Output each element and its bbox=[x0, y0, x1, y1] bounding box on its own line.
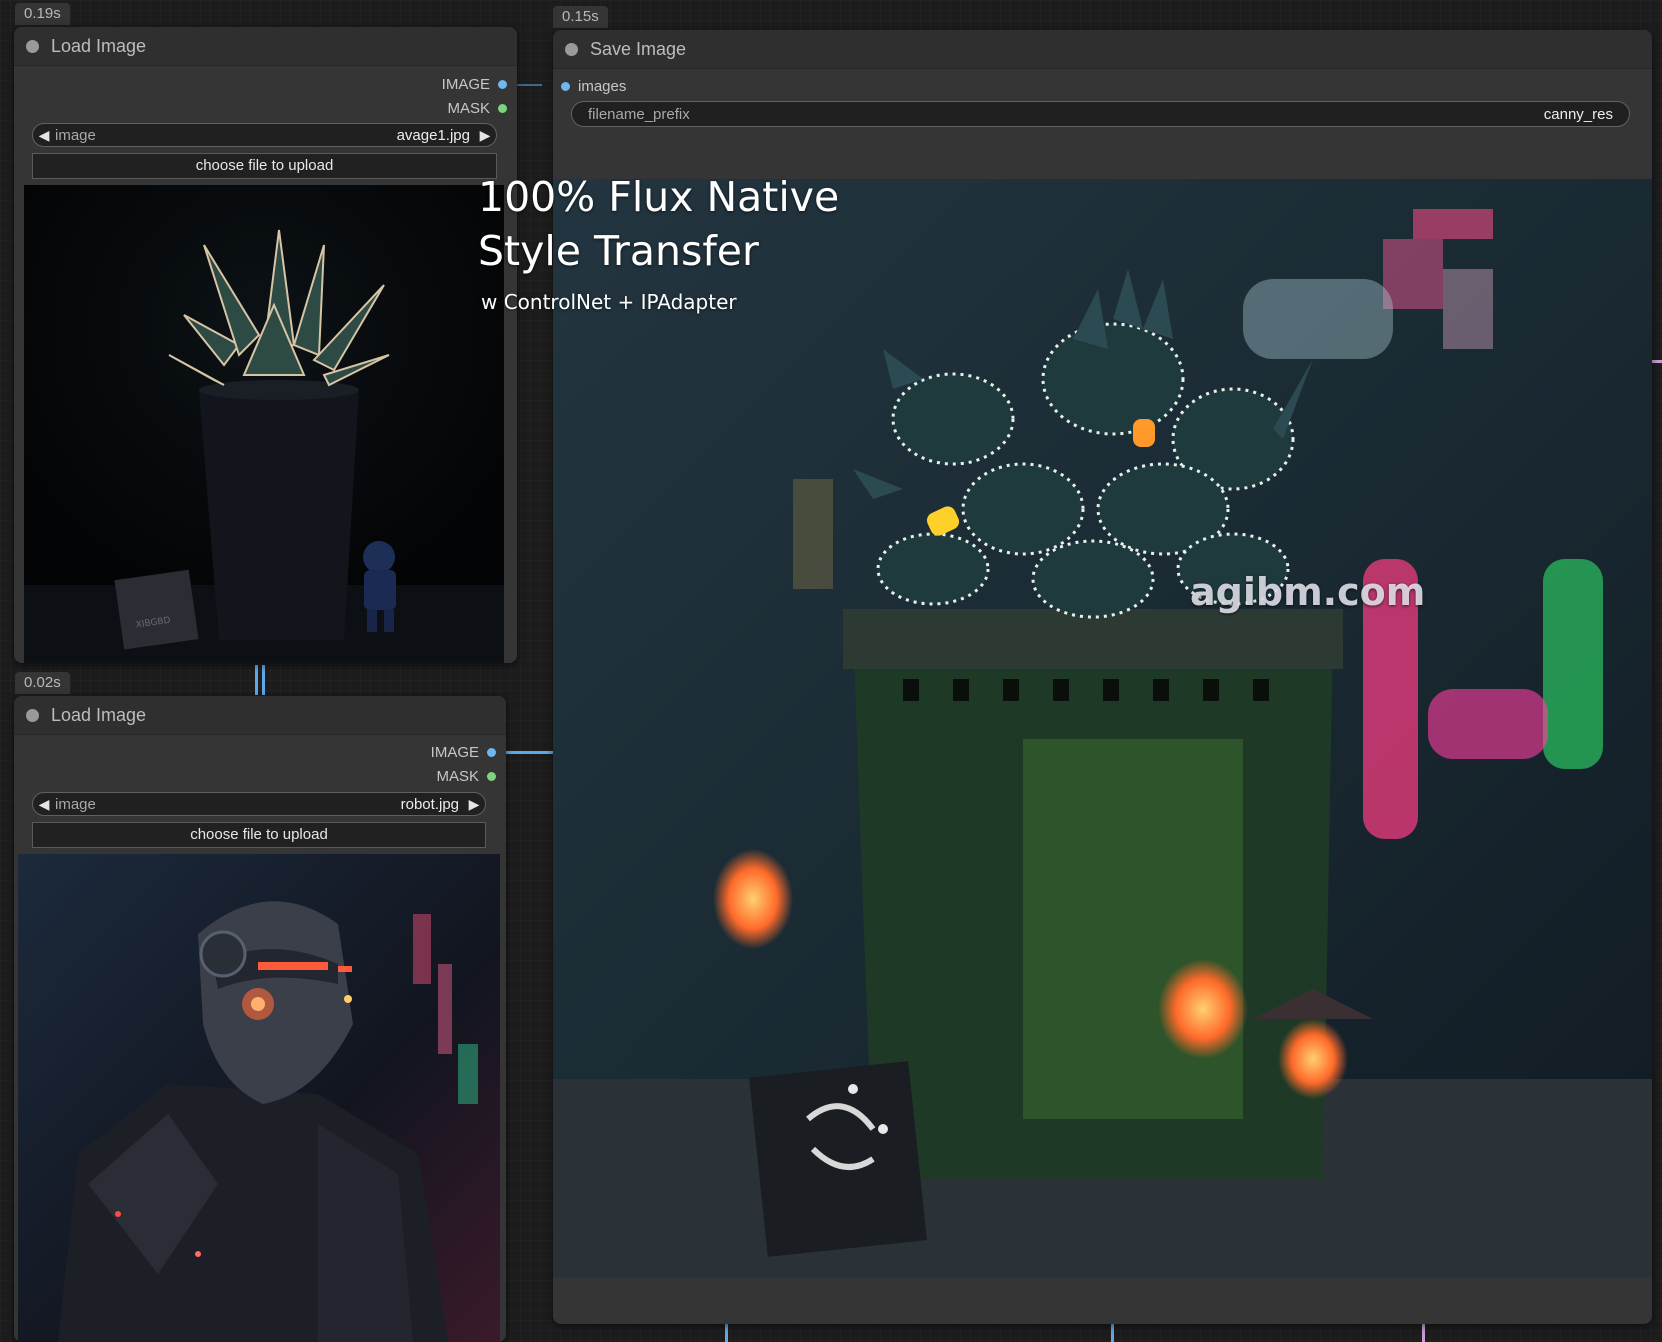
widget-value: robot.jpg bbox=[400, 795, 459, 813]
output-label: MASK bbox=[436, 767, 479, 785]
mask-output-slot-icon[interactable] bbox=[487, 771, 496, 781]
output-image[interactable]: IMAGE bbox=[442, 73, 507, 95]
link-wire-right bbox=[1652, 360, 1662, 363]
image-combo-widget[interactable]: ◀ image robot.jpg ▶ bbox=[32, 792, 486, 816]
headline-line-2: Style Transfer bbox=[478, 227, 759, 275]
output-mask[interactable]: MASK bbox=[436, 765, 496, 787]
succulent-photo: XIBGBD bbox=[24, 185, 504, 663]
image-output-slot-icon[interactable] bbox=[487, 747, 496, 757]
link-wire-bottom-3 bbox=[1422, 1324, 1425, 1342]
output-image[interactable]: IMAGE bbox=[431, 741, 496, 763]
output-label: IMAGE bbox=[441, 75, 490, 93]
output-label: IMAGE bbox=[430, 743, 479, 761]
link-wire-bottom-1 bbox=[725, 1324, 728, 1342]
headline-subline: w ControlNet + IPAdapter bbox=[481, 290, 737, 314]
widget-label: image bbox=[55, 795, 96, 813]
node-timing-badge: 0.02s bbox=[15, 672, 70, 694]
load-image-node-1[interactable]: Load Image IMAGE MASK ◀ image avage1.jpg… bbox=[14, 27, 517, 663]
collapse-dot-icon[interactable] bbox=[26, 708, 39, 722]
robot-photo bbox=[18, 854, 500, 1342]
image-combo-widget[interactable]: ◀ image avage1.jpg ▶ bbox=[32, 123, 497, 147]
collapse-dot-icon[interactable] bbox=[565, 42, 578, 56]
output-image-preview bbox=[553, 179, 1652, 1277]
arrow-left-icon[interactable]: ◀ bbox=[33, 796, 55, 813]
arrow-right-icon[interactable]: ▶ bbox=[463, 796, 485, 813]
upload-button[interactable]: choose file to upload bbox=[32, 153, 497, 179]
upload-button[interactable]: choose file to upload bbox=[32, 822, 486, 848]
node-timing-badge: 0.15s bbox=[553, 6, 608, 28]
images-input-slot-icon[interactable] bbox=[561, 81, 570, 91]
link-wire-2 bbox=[505, 751, 553, 754]
node-timing-badge: 0.19s bbox=[15, 3, 70, 25]
widget-value: canny_res bbox=[1543, 105, 1613, 123]
output-label: MASK bbox=[447, 99, 490, 117]
node-titlebar[interactable]: Save Image bbox=[553, 30, 1652, 69]
headline-line-1: 100% Flux Native bbox=[478, 173, 840, 221]
widget-value: avage1.jpg bbox=[396, 126, 470, 144]
node-titlebar[interactable]: Load Image bbox=[14, 696, 506, 735]
load-image-node-2[interactable]: Load Image IMAGE MASK ◀ image robot.jpg … bbox=[14, 696, 506, 1342]
save-image-node[interactable]: Save Image images filename_prefix canny_… bbox=[553, 30, 1652, 1324]
node-title: Load Image bbox=[51, 704, 147, 725]
output-mask[interactable]: MASK bbox=[447, 97, 507, 119]
image-preview bbox=[18, 854, 500, 1342]
widget-label: filename_prefix bbox=[588, 105, 690, 123]
node-titlebar[interactable]: Load Image bbox=[14, 27, 517, 66]
input-images[interactable]: images bbox=[561, 75, 626, 97]
input-label: images bbox=[578, 77, 627, 95]
link-wire-bottom-2 bbox=[1111, 1324, 1114, 1342]
collapse-dot-icon[interactable] bbox=[26, 39, 39, 53]
link-wire-vertical-1 bbox=[255, 665, 258, 695]
image-preview: XIBGBD bbox=[24, 185, 504, 663]
link-wire-1 bbox=[516, 84, 542, 86]
arrow-right-icon[interactable]: ▶ bbox=[474, 127, 496, 144]
node-title: Load Image bbox=[51, 35, 147, 56]
link-wire-vertical-2 bbox=[262, 665, 265, 695]
stylized-cactus-photo bbox=[553, 179, 1652, 1277]
watermark-text: agibm.com bbox=[1190, 570, 1426, 614]
mask-output-slot-icon[interactable] bbox=[498, 103, 507, 113]
node-title: Save Image bbox=[590, 38, 687, 59]
filename-prefix-widget[interactable]: filename_prefix canny_res bbox=[571, 101, 1630, 127]
widget-label: image bbox=[55, 126, 96, 144]
image-output-slot-icon[interactable] bbox=[498, 79, 507, 89]
arrow-left-icon[interactable]: ◀ bbox=[33, 127, 55, 144]
